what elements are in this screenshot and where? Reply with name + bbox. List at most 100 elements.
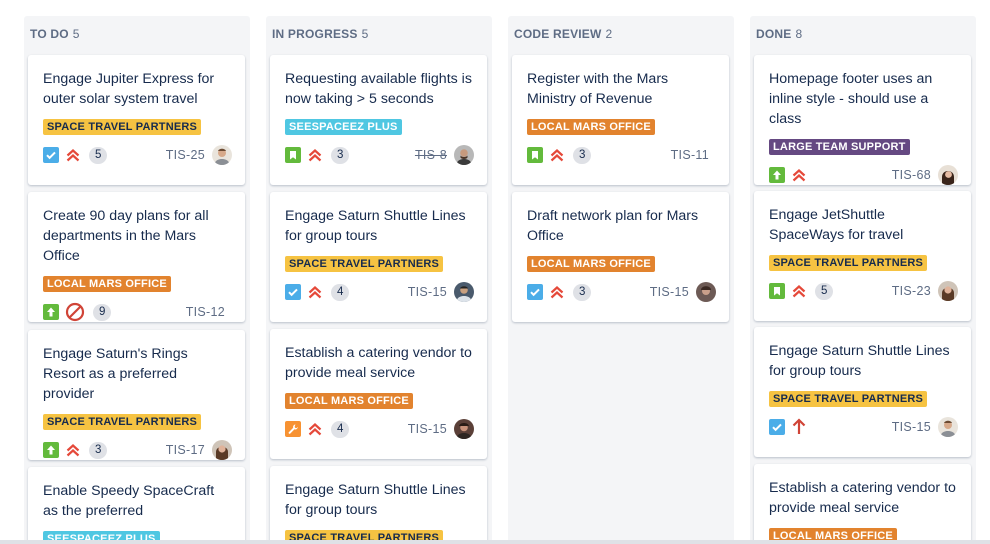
card-summary: Engage Jupiter Express for outer solar s… [43,71,215,107]
card-footer: 5 TIS-23 [769,280,958,302]
story-points-badge: 4 [331,283,350,301]
priority-highest-icon [307,419,323,439]
epic-label[interactable]: SPACE TRAVEL PARTNERS [285,256,444,272]
column-title: IN PROGRESS [272,27,358,41]
improvement-type-icon [43,442,59,458]
assignee-avatar[interactable] [212,145,232,165]
issue-card[interactable]: Establish a catering vendor to provide m… [754,464,971,544]
issue-card[interactable]: Register with the Mars Ministry of Reven… [512,55,729,185]
assignee-avatar[interactable] [212,440,232,460]
task-type-icon [43,147,59,163]
improvement-type-icon [769,167,785,183]
issue-card[interactable]: Create 90 day plans for all departments … [28,192,245,322]
column-header[interactable]: DONE 8 [750,16,976,52]
column-count: 8 [795,27,803,41]
card-summary: Requesting available flights is now taki… [285,71,472,107]
story-points-badge: 4 [331,420,350,438]
priority-critical-icon [791,417,807,437]
card-footer: 4 TIS-15 [285,281,474,303]
card-summary: Register with the Mars Ministry of Reven… [527,71,669,107]
issue-card[interactable]: Engage Saturn Shuttle Lines for group to… [754,327,971,457]
epic-label[interactable]: LOCAL MARS OFFICE [527,119,655,135]
assignee-avatar[interactable] [454,419,474,439]
column-count: 5 [361,27,369,41]
issue-card[interactable]: Establish a catering vendor to provide m… [270,329,487,459]
task-type-icon [285,284,301,300]
issue-key[interactable]: TIS-12 [186,305,225,319]
assignee-avatar[interactable] [696,282,716,302]
issue-card[interactable]: Engage Jupiter Express for outer solar s… [28,55,245,185]
card-footer: 4 TIS-15 [285,418,474,440]
column-count: 2 [605,27,613,41]
column-title: DONE [756,27,792,41]
issue-key[interactable]: TIS-17 [166,443,205,457]
column-title: CODE REVIEW [514,27,602,41]
priority-highest-icon [791,165,807,185]
priority-highest-icon [65,440,81,460]
card-footer: 3 TIS-15 [527,281,716,303]
epic-label[interactable]: SEESPACEEZ PLUS [285,119,402,135]
card-summary: Homepage footer uses an inline style - s… [769,71,933,127]
horizontal-scrollbar[interactable] [0,540,990,544]
story-points-badge: 3 [573,146,592,164]
assignee-avatar[interactable] [938,281,958,301]
issue-card[interactable]: Engage Saturn Shuttle Lines for group to… [270,192,487,322]
priority-highest-icon [65,145,81,165]
assignee-avatar[interactable] [938,165,958,185]
assignee-avatar[interactable] [454,145,474,165]
issue-key[interactable]: TIS-15 [892,420,931,434]
epic-label[interactable]: SPACE TRAVEL PARTNERS [769,255,928,271]
epic-label[interactable]: SPACE TRAVEL PARTNERS [43,414,202,430]
issue-key[interactable]: TIS-15 [408,422,447,436]
epic-label[interactable]: LOCAL MARS OFFICE [285,393,413,409]
story-type-icon [527,147,543,163]
column-code-review: CODE REVIEW 2 Register with the Mars Min… [508,16,734,544]
issue-key[interactable]: TIS-68 [892,168,931,182]
card-footer: TIS-68 [769,164,958,186]
priority-highest-icon [307,282,323,302]
card-footer: 3 TIS-8 [285,144,474,166]
card-summary: Engage JetShuttle SpaceWays for travel [769,207,904,243]
issue-key[interactable]: TIS-15 [408,285,447,299]
card-summary: Establish a catering vendor to provide m… [769,480,956,516]
card-summary: Engage Saturn Shuttle Lines for group to… [769,343,950,379]
priority-highest-icon [307,145,323,165]
issue-key[interactable]: TIS-11 [671,148,709,162]
assignee-avatar[interactable] [938,417,958,437]
card-footer: 5 TIS-25 [43,144,232,166]
issue-card[interactable]: Draft network plan for Mars Office LOCAL … [512,192,729,322]
column-header[interactable]: TO DO 5 [24,16,250,52]
issue-key[interactable]: TIS-8 [415,148,447,162]
issue-key[interactable]: TIS-15 [650,285,689,299]
issue-key[interactable]: TIS-25 [166,148,205,162]
priority-highest-icon [549,145,565,165]
issue-key[interactable]: TIS-23 [892,284,931,298]
assignee-avatar[interactable] [454,282,474,302]
epic-label[interactable]: LOCAL MARS OFFICE [43,276,171,292]
story-points-badge: 9 [93,303,112,321]
card-summary: Engage Saturn's Rings Resort as a prefer… [43,346,188,402]
issue-card[interactable]: Homepage footer uses an inline style - s… [754,55,971,185]
epic-label[interactable]: LOCAL MARS OFFICE [527,256,655,272]
issue-card[interactable]: Engage JetShuttle SpaceWays for travel SP… [754,191,971,321]
improvement-type-icon [43,304,59,320]
epic-label[interactable]: SPACE TRAVEL PARTNERS [43,119,202,135]
priority-highest-icon [791,281,807,301]
epic-label[interactable]: LARGE TEAM SUPPORT [769,139,910,155]
card-footer: 3 TIS-17 [43,439,232,461]
epic-label[interactable]: SPACE TRAVEL PARTNERS [769,391,928,407]
issue-card[interactable]: Enable Speedy SpaceCraft as the preferre… [28,467,245,544]
column-header[interactable]: CODE REVIEW 2 [508,16,734,52]
issue-card[interactable]: Requesting available flights is now taki… [270,55,487,185]
card-summary: Draft network plan for Mars Office [527,208,699,244]
column-header[interactable]: IN PROGRESS 5 [266,16,492,52]
priority-blocker-icon [65,302,85,322]
card-summary: Establish a catering vendor to provide m… [285,345,472,381]
issue-card[interactable]: Engage Saturn's Rings Resort as a prefer… [28,330,245,460]
issue-card[interactable]: Engage Saturn Shuttle Lines for group to… [270,466,487,544]
column-in-progress: IN PROGRESS 5 Requesting available fligh… [266,16,492,544]
card-footer: 9 TIS-12 [43,301,232,323]
story-type-icon [285,147,301,163]
card-summary: Enable Speedy SpaceCraft as the preferre… [43,483,215,519]
priority-highest-icon [549,282,565,302]
